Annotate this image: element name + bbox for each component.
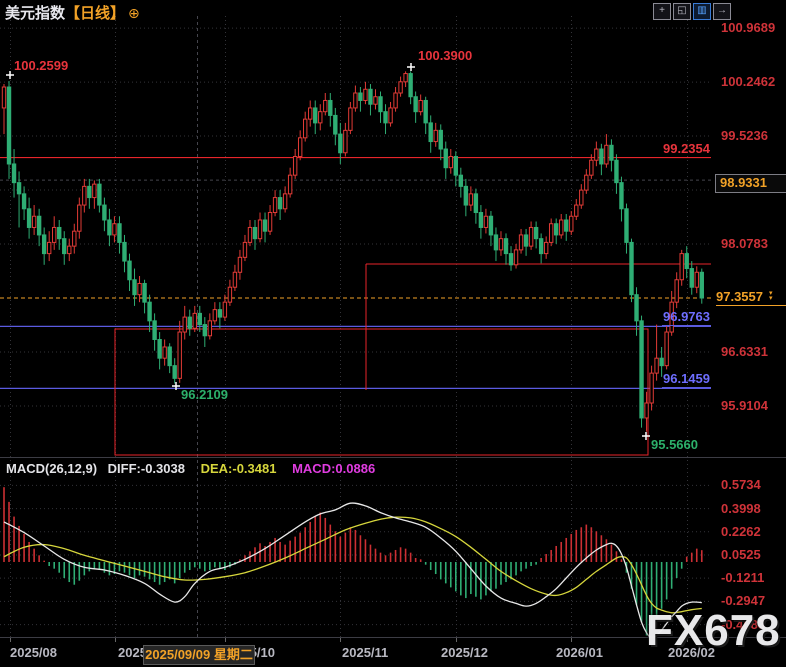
chart-toolbar: +◱▥→ bbox=[653, 3, 731, 20]
price-annotation: 100.2599 bbox=[14, 58, 68, 73]
macd-axis-label: 0.3998 bbox=[721, 501, 761, 516]
macd-axis-label: 0.2262 bbox=[721, 524, 761, 539]
crosshair-date-label: 2025/09/09 星期二 bbox=[143, 645, 255, 665]
period-label: 【日线】 bbox=[65, 5, 125, 22]
macd-axis-label: -0.1211 bbox=[721, 570, 764, 585]
time-axis-label: 2026/01 bbox=[556, 645, 603, 660]
macd-dea-value: DEA:-0.3481 bbox=[201, 461, 277, 476]
price-axis-label: 99.5236 bbox=[721, 128, 768, 143]
crosshair-price-label: 98.9331 bbox=[715, 174, 786, 193]
price-annotation: 100.3900 bbox=[418, 48, 472, 63]
current-price-value: 97.3557 bbox=[716, 289, 763, 304]
move-icon[interactable]: + bbox=[653, 3, 671, 20]
price-axis-label: 98.0783 bbox=[721, 236, 768, 251]
level-lines-layer[interactable] bbox=[0, 158, 711, 389]
price-axis-label: 96.6331 bbox=[721, 344, 768, 359]
chart-app: 美元指数【日线】⊕ +◱▥→ 100.9689 100.2462 99.5236 98… bbox=[0, 0, 786, 667]
macd-layer bbox=[4, 487, 702, 638]
drawings-layer[interactable] bbox=[115, 264, 711, 455]
price-annotation: 95.5660 bbox=[651, 437, 698, 452]
price-axis-label: 100.2462 bbox=[721, 74, 775, 89]
price-axis-label: 95.9104 bbox=[721, 398, 768, 413]
macd-params-label: MACD(26,12,9) bbox=[6, 461, 97, 476]
chart-canvas[interactable] bbox=[0, 0, 786, 667]
price-annotation: 96.2109 bbox=[181, 387, 228, 402]
fit-chart-icon[interactable]: ◱ bbox=[673, 3, 691, 20]
candles-layer bbox=[2, 71, 703, 431]
pan-right-icon[interactable]: → bbox=[713, 3, 731, 20]
annotation-markers bbox=[6, 63, 650, 440]
macd-diff-value: DIFF:-0.3038 bbox=[108, 461, 185, 476]
resistance-line-label[interactable]: 99.2354 bbox=[662, 141, 711, 158]
chart-title: 美元指数【日线】⊕ bbox=[5, 2, 140, 23]
time-axis-label: 2025/12 bbox=[441, 645, 488, 660]
support-line-label-1[interactable]: 96.9763 bbox=[662, 309, 711, 326]
auto-scale-icon[interactable]: ▥ bbox=[693, 3, 711, 20]
macd-axis-label: 0.5734 bbox=[721, 477, 761, 492]
price-axis-label: 100.9689 bbox=[721, 20, 775, 35]
watermark: FX678 bbox=[646, 606, 781, 656]
double-down-arrow-icon: ▾▾ bbox=[769, 292, 773, 301]
macd-header: MACD(26,12,9) DIFF:-0.3038 DEA:-0.3481 M… bbox=[6, 461, 375, 476]
add-indicator-icon[interactable]: ⊕ bbox=[128, 5, 140, 21]
macd-axis-label: 0.0525 bbox=[721, 547, 761, 562]
time-axis-label: 2025/08 bbox=[10, 645, 57, 660]
macd-hist-value: MACD:0.0886 bbox=[292, 461, 375, 476]
current-price-label: 97.3557 ▾▾ bbox=[716, 288, 786, 306]
support-line-label-2[interactable]: 96.1459 bbox=[662, 371, 711, 388]
time-axis-label: 2025/11 bbox=[342, 645, 388, 660]
symbol-name: 美元指数 bbox=[5, 5, 65, 22]
